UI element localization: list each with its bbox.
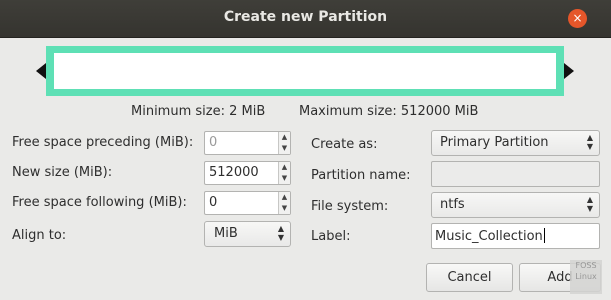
- label-field-label: Label:: [311, 229, 351, 244]
- partition-resizer[interactable]: [36, 46, 574, 96]
- free-space-following-value: 0: [209, 195, 218, 210]
- close-button[interactable]: ×: [568, 9, 587, 28]
- spinner-arrows-icon[interactable]: ▲ ▼: [278, 192, 290, 214]
- free-space-preceding-value: 0: [209, 135, 218, 150]
- create-as-label: Create as:: [311, 137, 378, 152]
- free-space-preceding-label: Free space preceding (MiB):: [12, 135, 194, 150]
- new-size-value: 512000: [209, 165, 259, 180]
- partition-bar-fill: [54, 53, 556, 89]
- new-size-spinner[interactable]: 512000 ▲ ▼: [204, 161, 291, 185]
- label-input[interactable]: Music_Collection: [431, 223, 600, 249]
- partition-bar[interactable]: [46, 46, 564, 96]
- dialog-title: Create new Partition: [223, 9, 388, 25]
- resize-left-handle-icon[interactable]: [36, 63, 46, 79]
- chevron-updown-icon: ▲ ▼: [277, 224, 284, 242]
- create-as-select[interactable]: Primary Partition ▲ ▼: [431, 130, 600, 156]
- chevron-updown-icon: ▲ ▼: [586, 133, 593, 151]
- align-to-select[interactable]: MiB ▲ ▼: [204, 221, 291, 247]
- partition-name-label: Partition name:: [311, 168, 411, 183]
- minimum-size-label: Minimum size: 2 MiB: [131, 104, 266, 119]
- free-space-following-label: Free space following (MiB):: [12, 195, 187, 210]
- file-system-label: File system:: [311, 199, 389, 214]
- spinner-arrows-icon[interactable]: ▲ ▼: [278, 162, 290, 184]
- resize-right-handle-icon[interactable]: [564, 63, 574, 79]
- cancel-button[interactable]: Cancel: [426, 263, 513, 292]
- new-size-label: New size (MiB):: [12, 165, 113, 180]
- watermark-logo: FOSS Linux: [570, 260, 602, 294]
- chevron-updown-icon: ▲ ▼: [586, 195, 593, 213]
- free-space-following-spinner[interactable]: 0 ▲ ▼: [204, 191, 291, 215]
- partition-name-field[interactable]: [431, 161, 600, 187]
- close-icon: ×: [572, 11, 583, 25]
- file-system-value: ntfs: [440, 197, 465, 212]
- file-system-select[interactable]: ntfs ▲ ▼: [431, 192, 600, 218]
- create-as-value: Primary Partition: [440, 135, 549, 150]
- free-space-preceding-spinner[interactable]: 0 ▲ ▼: [204, 131, 291, 155]
- label-input-value: Music_Collection: [435, 228, 545, 244]
- align-to-label: Align to:: [12, 228, 67, 243]
- title-bar: Create new Partition ×: [0, 0, 611, 38]
- maximum-size-label: Maximum size: 512000 MiB: [299, 104, 479, 119]
- align-to-value: MiB: [214, 226, 238, 241]
- spinner-arrows-icon[interactable]: ▲ ▼: [278, 132, 290, 154]
